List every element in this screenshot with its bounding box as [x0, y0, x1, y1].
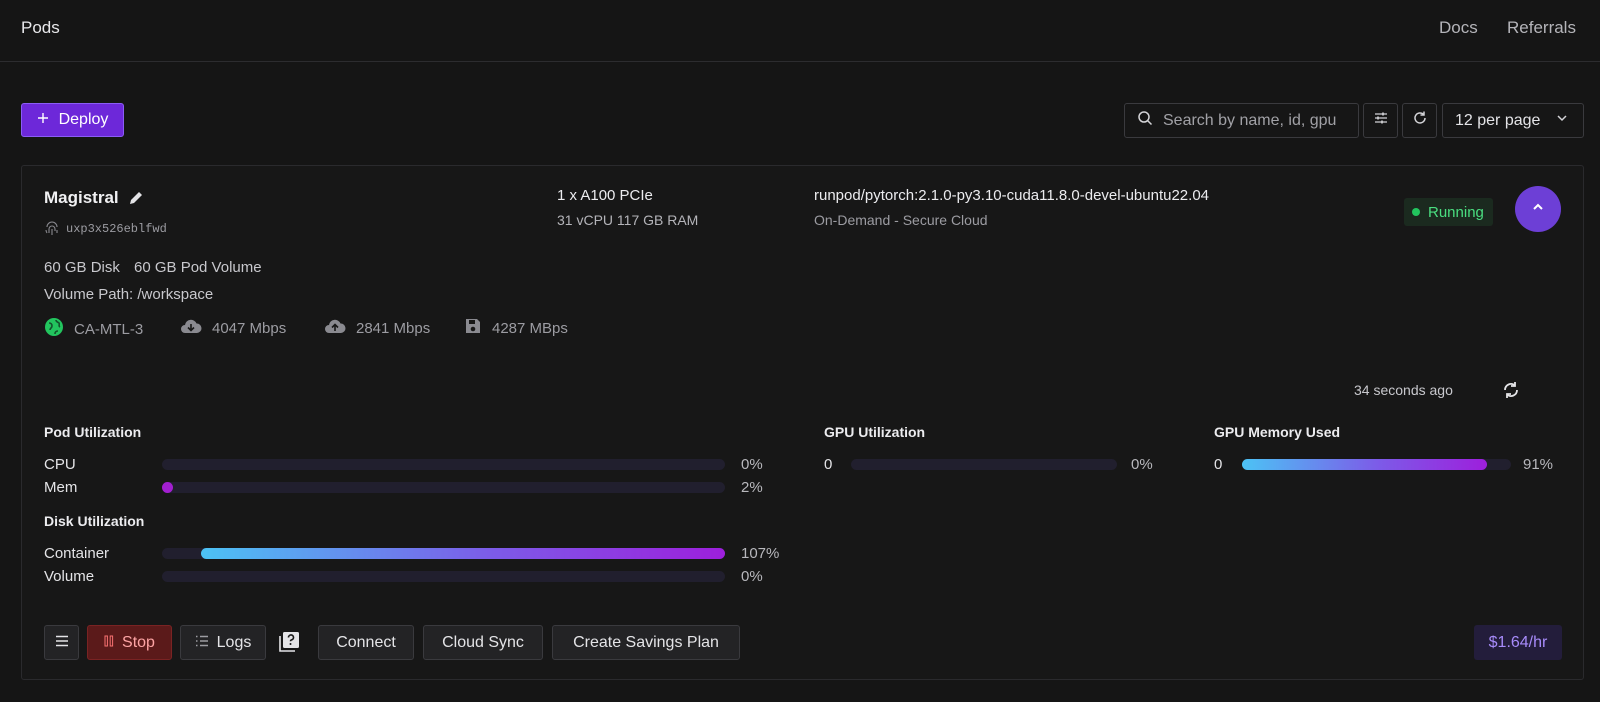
disk-utilization-title: Disk Utilization — [44, 513, 145, 529]
menu-icon — [55, 634, 69, 652]
chevron-down-icon — [1555, 111, 1569, 130]
docs-link[interactable]: Docs — [1439, 18, 1478, 38]
cpu-label: CPU — [44, 456, 76, 473]
mem-bar-fill — [162, 482, 174, 493]
deploy-button[interactable]: Deploy — [21, 103, 124, 137]
cpu-bar — [162, 459, 725, 470]
status-text: Running — [1428, 203, 1484, 221]
filter-button[interactable] — [1363, 103, 1398, 138]
mem-percent: 2% — [741, 479, 763, 496]
cloud-upload-icon — [324, 317, 346, 339]
status-dot — [1412, 208, 1420, 216]
help-doc-icon[interactable] — [278, 631, 300, 658]
sync-icon[interactable] — [1502, 380, 1520, 405]
pod-card: Magistral uxp3x526eblfwd 1 x A100 PCIe 3… — [21, 165, 1584, 680]
search-icon — [1137, 110, 1153, 131]
cpu-percent: 0% — [741, 456, 763, 473]
gpu-memory-index: 0 — [1214, 456, 1223, 473]
plus-icon — [37, 111, 49, 129]
per-page-select[interactable]: 12 per page — [1442, 103, 1584, 138]
region-stat: CA-MTL-3 — [44, 317, 143, 341]
stop-button[interactable]: Stop — [87, 625, 172, 660]
chevron-up-icon — [1531, 200, 1545, 219]
status-badge: Running — [1404, 198, 1493, 226]
create-savings-plan-button[interactable]: Create Savings Plan — [552, 625, 740, 660]
stop-label: Stop — [122, 633, 155, 651]
gpu-percent: 0% — [1131, 456, 1153, 473]
pod-utilization-title: Pod Utilization — [44, 424, 142, 440]
savings-label: Create Savings Plan — [573, 633, 719, 651]
fingerprint-icon — [44, 221, 60, 242]
resource-spec: 31 vCPU 117 GB RAM — [557, 212, 699, 228]
menu-button[interactable] — [44, 625, 79, 660]
logs-button[interactable]: Logs — [180, 625, 266, 660]
gpu-memory-bar — [1242, 459, 1511, 470]
volume-percent: 0% — [741, 568, 763, 585]
disk-size: 60 GB Disk — [44, 259, 120, 276]
gpu-memory-bar-fill — [1242, 459, 1487, 470]
pause-icon — [104, 634, 114, 652]
mem-bar — [162, 482, 725, 493]
referrals-link[interactable]: Referrals — [1507, 18, 1576, 38]
cloud-type: On-Demand - Secure Cloud — [814, 212, 988, 228]
gpu-memory-percent: 91% — [1523, 456, 1554, 473]
cloud-download-icon — [180, 317, 202, 339]
disk-speed-stat: 4287 MBps — [464, 317, 568, 339]
download-stat: 4047 Mbps — [180, 317, 286, 339]
pod-id: uxp3x526eblfwd — [66, 222, 167, 236]
pencil-icon[interactable] — [128, 190, 144, 211]
download-text: 4047 Mbps — [212, 319, 287, 337]
deploy-label: Deploy — [58, 111, 109, 128]
mem-label: Mem — [44, 479, 78, 496]
logs-label: Logs — [216, 633, 252, 651]
search-input[interactable] — [1163, 111, 1353, 130]
gpu-index: 0 — [824, 456, 833, 473]
upload-text: 2841 Mbps — [356, 319, 431, 337]
per-page-value: 12 per page — [1455, 111, 1541, 129]
cloud-sync-label: Cloud Sync — [442, 633, 524, 651]
gpu-memory-title: GPU Memory Used — [1214, 424, 1341, 440]
upload-stat: 2841 Mbps — [324, 317, 430, 339]
globe-icon — [44, 317, 64, 341]
collapse-button[interactable] — [1515, 186, 1561, 232]
container-percent: 107% — [741, 545, 780, 562]
volume-label: Volume — [44, 568, 95, 585]
connect-label: Connect — [336, 633, 396, 651]
volume-bar — [162, 571, 725, 582]
gpu-utilization-title: GPU Utilization — [824, 424, 926, 440]
refresh-button[interactable] — [1402, 103, 1437, 138]
filter-icon — [1373, 110, 1389, 131]
pod-name: Magistral — [44, 188, 119, 207]
top-bar: Pods Docs Referrals — [0, 0, 1600, 62]
search-box[interactable] — [1124, 103, 1359, 138]
price-badge: $1.64/hr — [1474, 625, 1562, 660]
container-bar-fill — [201, 548, 725, 559]
volume-path: Volume Path: /workspace — [44, 286, 214, 303]
pod-volume-size: 60 GB Pod Volume — [134, 259, 262, 276]
gpu-bar — [851, 459, 1117, 470]
region-text: CA-MTL-3 — [74, 320, 144, 338]
refresh-icon — [1412, 110, 1428, 131]
disk-speed-text: 4287 MBps — [492, 319, 568, 337]
container-label: Container — [44, 545, 110, 562]
page-title: Pods — [21, 18, 60, 37]
last-updated: 34 seconds ago — [1354, 382, 1453, 398]
cloud-sync-button[interactable]: Cloud Sync — [423, 625, 543, 660]
container-image: runpod/pytorch:2.1.0-py3.10-cuda11.8.0-d… — [814, 187, 1210, 204]
save-icon — [464, 317, 482, 339]
gpu-spec: 1 x A100 PCIe — [557, 187, 653, 204]
list-icon — [195, 634, 209, 652]
container-bar — [162, 548, 725, 559]
connect-button[interactable]: Connect — [318, 625, 414, 660]
